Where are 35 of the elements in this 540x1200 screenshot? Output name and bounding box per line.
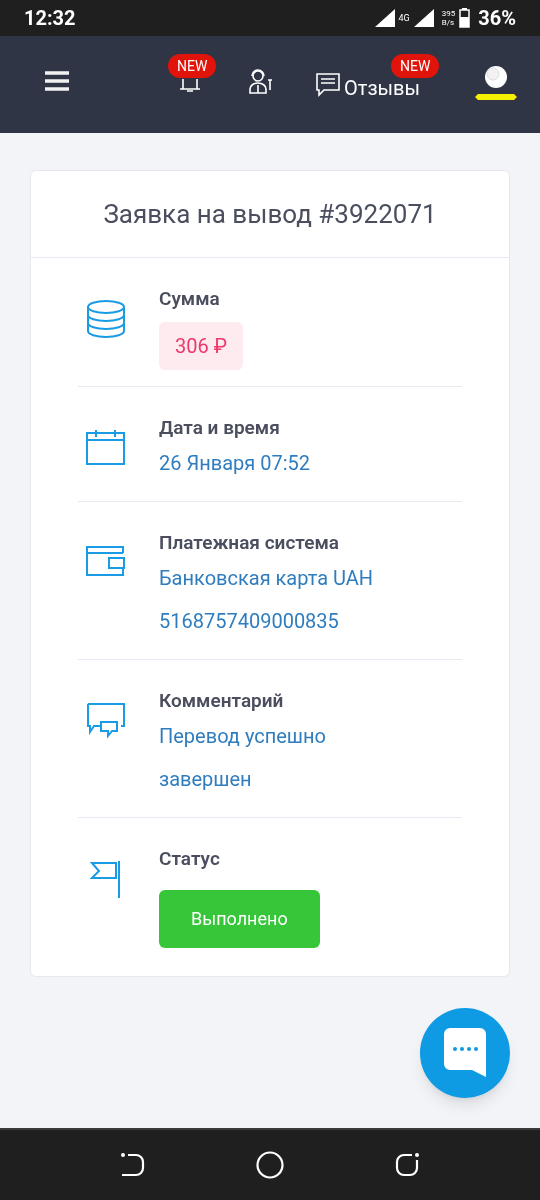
avatar-icon[interactable]	[474, 64, 518, 102]
recents-icon[interactable]	[394, 1152, 420, 1178]
status-time: 12:32	[24, 5, 76, 32]
flag-icon	[90, 860, 122, 898]
signal-icon	[374, 9, 395, 27]
menu-icon[interactable]	[45, 71, 69, 91]
back-icon[interactable]	[120, 1152, 146, 1178]
new-badge: NEW	[168, 54, 217, 78]
chat-icon	[86, 702, 126, 740]
detail-value: 26 Января 07:52	[159, 450, 310, 477]
net-speed-unit: B/s	[441, 18, 456, 27]
new-badge: NEW	[391, 54, 440, 78]
detail-label: Платежная система	[159, 532, 340, 554]
network-type: 4G	[398, 13, 410, 23]
detail-label: Статус	[159, 848, 221, 870]
detail-value: Банковская карта UAH	[159, 565, 374, 592]
calendar-icon	[86, 429, 126, 465]
support-agent-icon[interactable]	[249, 66, 273, 94]
amount-badge: 306 ₽	[159, 322, 243, 370]
bell-icon[interactable]	[179, 79, 201, 93]
detail-value: 5168757409000835	[159, 608, 340, 635]
detail-value: Перевод успешно завершен	[159, 723, 327, 793]
battery-icon	[459, 8, 471, 28]
signal-icon	[413, 9, 434, 27]
comment-icon[interactable]	[316, 73, 340, 97]
home-icon[interactable]	[256, 1151, 284, 1179]
detail-label: Комментарий	[159, 690, 285, 712]
detail-label: Сумма	[159, 288, 221, 310]
detail-label: Дата и время	[159, 417, 281, 439]
card-title: Заявка на вывод #3922071	[103, 197, 437, 231]
net-speed: 395	[441, 9, 456, 18]
battery-level: 36%	[478, 5, 516, 32]
wallet-icon	[86, 544, 126, 576]
coins-icon	[86, 300, 126, 338]
chat-bubble-icon	[444, 1028, 486, 1078]
